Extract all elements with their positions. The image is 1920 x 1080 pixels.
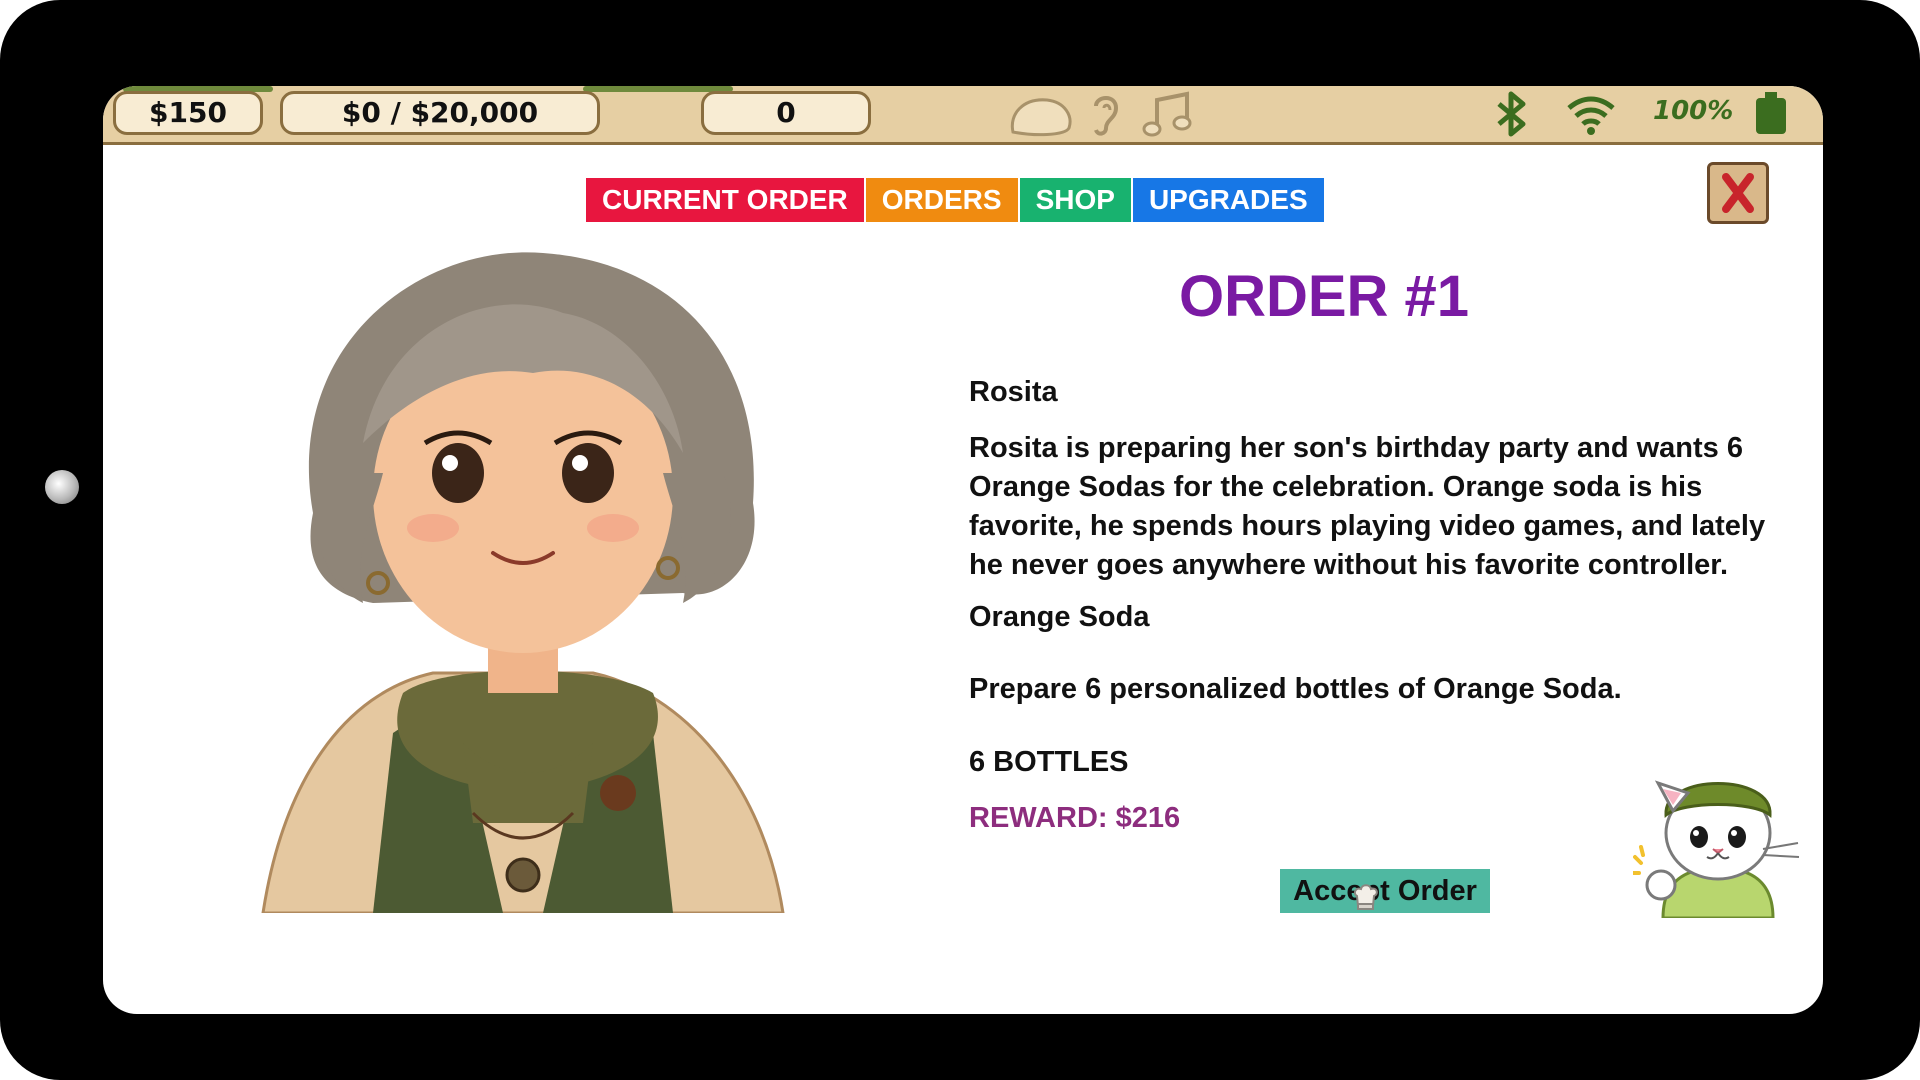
camera-lens <box>45 470 79 504</box>
music-note-icon[interactable] <box>1141 90 1195 138</box>
tab-current-order[interactable]: CURRENT ORDER <box>586 178 864 222</box>
order-quantity: 6 BOTTLES <box>969 746 1129 778</box>
money-display: $150 <box>113 91 263 135</box>
tab-shop[interactable]: SHOP <box>1019 178 1131 222</box>
customer-portrait <box>261 252 785 913</box>
battery-icon <box>1756 92 1786 134</box>
accept-order-button[interactable]: Accept Order <box>1280 869 1490 913</box>
order-panel: CURRENT ORDER ORDERS SHOP UPGRADES ORDER… <box>103 145 1823 1014</box>
status-bar: $150 $0 / $20,000 0 100% <box>103 86 1823 145</box>
bluetooth-icon <box>1497 91 1526 137</box>
ear-icon[interactable] <box>1088 90 1124 138</box>
order-title: ORDER #1 <box>1178 264 1470 329</box>
tab-upgrades[interactable]: UPGRADES <box>1132 178 1324 222</box>
tab-bar: CURRENT ORDER ORDERS SHOP UPGRADES <box>586 178 1324 222</box>
order-description: Rosita is preparing her son's birthday p… <box>969 432 1766 581</box>
counter-display: 0 <box>701 91 871 135</box>
game-screen: $150 $0 / $20,000 0 100% CURRENT ORDER O… <box>103 86 1823 1014</box>
tab-orders[interactable]: ORDERS <box>865 178 1018 222</box>
tablet-frame: $150 $0 / $20,000 0 100% CURRENT ORDER O… <box>0 0 1920 1080</box>
cat-mascot <box>1633 780 1800 918</box>
order-reward: REWARD: $216 <box>969 802 1181 834</box>
goal-progress-display: $0 / $20,000 <box>280 91 600 135</box>
battery-level: 100% <box>1653 96 1734 126</box>
product-name: Orange Soda <box>969 601 1150 633</box>
chef-hat-cursor-icon <box>1353 884 1378 910</box>
close-button[interactable] <box>1707 162 1769 224</box>
wifi-icon <box>1567 96 1615 135</box>
customer-name: Rosita <box>969 376 1058 408</box>
order-task: Prepare 6 personalized bottles of Orange… <box>969 673 1622 705</box>
close-icon <box>1722 173 1754 213</box>
chat-bubble-icon[interactable] <box>1003 90 1083 138</box>
